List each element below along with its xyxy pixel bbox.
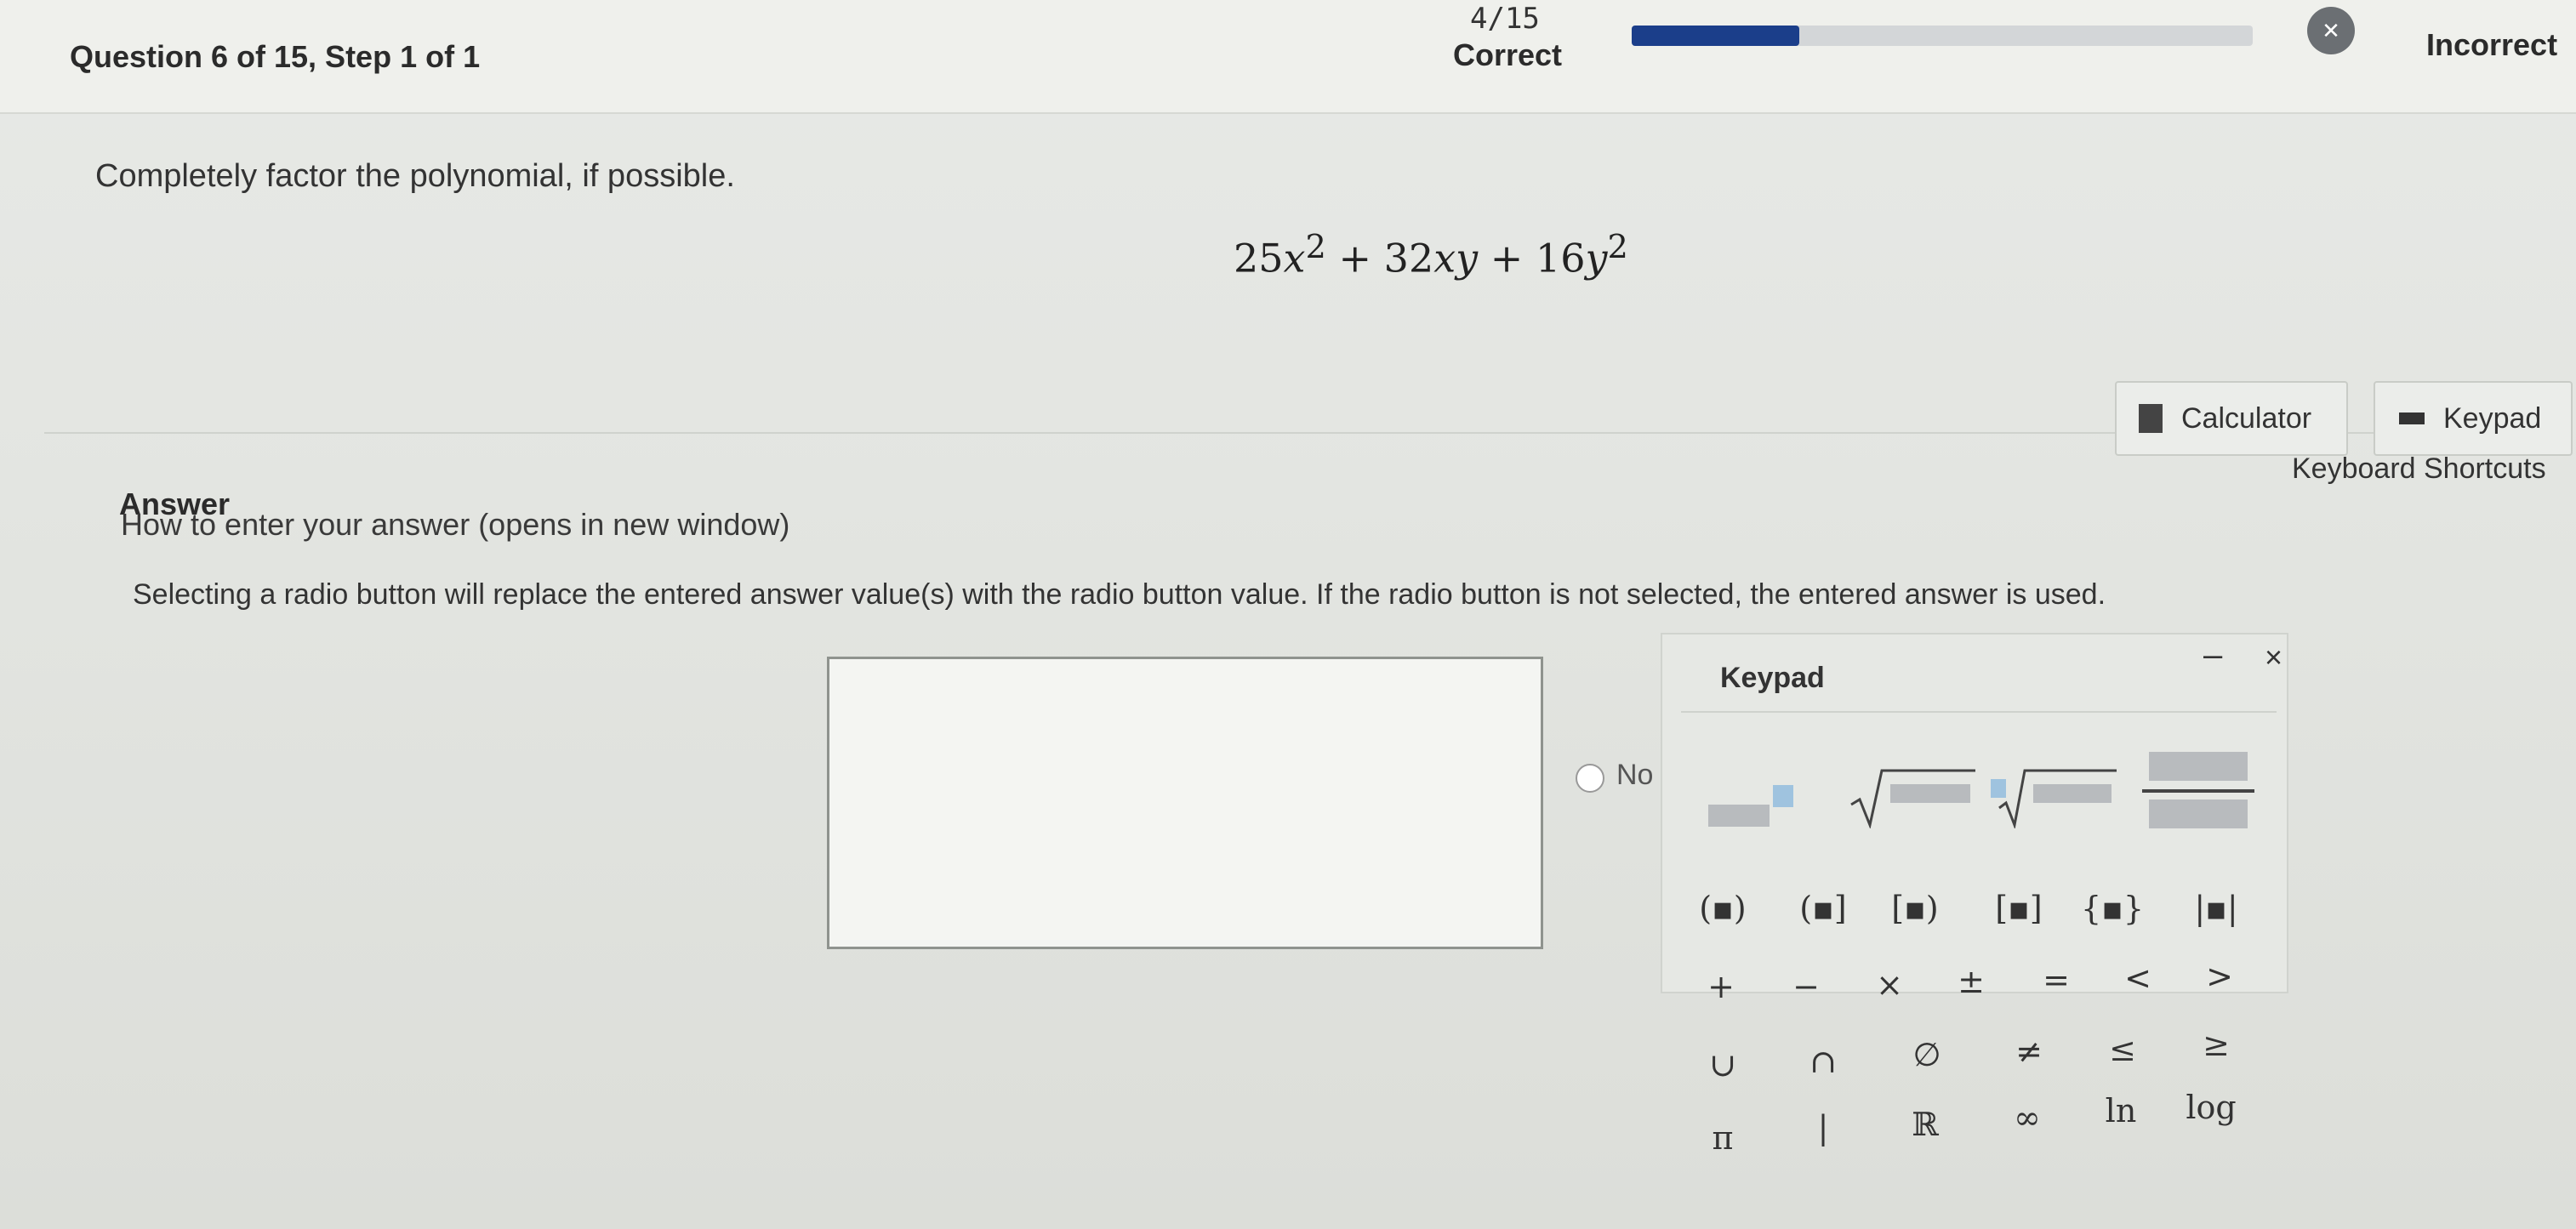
poly-var-3: y [1585,235,1608,282]
intersection-key[interactable]: ∩ [1793,1043,1853,1080]
absolute-value-key[interactable]: |▪| [2186,890,2246,927]
less-equal-key[interactable]: ≤ [2093,1031,2152,1068]
nth-root-key[interactable] [1989,765,2118,828]
empty-set-key[interactable]: ∅ [1897,1036,1957,1073]
keypad-label: Keypad [2443,401,2542,435]
exponent-template-key[interactable] [1708,781,1793,827]
minimize-button[interactable]: – [2203,636,2222,674]
keypad-separator [1681,711,2277,713]
close-button[interactable]: × [2265,640,2282,675]
radio-note: Selecting a radio button will replace th… [133,578,2106,611]
infinity-key[interactable]: ∞ [1998,1099,2057,1136]
keypad-icon [2399,413,2425,424]
plus-minus-key[interactable]: ± [1941,963,2001,1000]
calculator-button[interactable]: Calculator [2115,381,2348,456]
equals-key[interactable]: = [2026,961,2086,999]
poly-coef-2: + 32 [1325,235,1434,282]
score-counter: 4/15 [1470,2,1540,36]
question-header: Question 6 of 15, Step 1 of 1 4/15 Corre… [0,0,2576,114]
log-key[interactable]: log [2181,1089,2241,1126]
pi-key[interactable]: π [1693,1119,1752,1157]
minus-key[interactable]: − [1776,968,1836,1005]
keyboard-shortcuts-link[interactable]: Keyboard Shortcuts [2292,452,2546,486]
half-open-left-key[interactable]: [▪) [1885,890,1945,927]
real-numbers-key[interactable]: ℝ [1895,1106,1955,1143]
polynomial-expression: 25x2 + 32xy + 16y2 [1234,228,1628,281]
incorrect-label: Incorrect [2426,27,2558,62]
brackets-key[interactable]: [▪] [1989,890,2049,927]
calculator-label: Calculator [2181,401,2312,435]
half-open-right-key[interactable]: (▪] [1793,890,1853,927]
keypad-title: Keypad [1720,662,1825,694]
union-key[interactable]: ∪ [1693,1046,1752,1084]
natural-log-key[interactable]: ln [2091,1092,2151,1129]
poly-var-1: x [1283,235,1306,282]
plus-key[interactable]: + [1691,968,1751,1005]
keypad-button[interactable]: Keypad [2374,381,2573,456]
less-than-key[interactable]: < [2108,959,2168,997]
braces-key[interactable]: {▪} [2081,890,2144,927]
times-key[interactable]: × [1860,966,1919,1004]
square-root-key[interactable] [1848,765,1977,828]
question-instruction: Completely factor the polynomial, if pos… [95,158,735,194]
greater-than-key[interactable]: > [2190,958,2249,995]
answer-input[interactable] [827,657,1543,949]
progress-bar [1632,26,2253,46]
calculator-icon [2139,404,2163,433]
poly-coef-3: + 16 [1478,235,1586,282]
correct-label: Correct [1453,37,1563,72]
not-equal-key[interactable]: ≠ [1999,1033,2059,1070]
question-title: Question 6 of 15, Step 1 of 1 [70,39,481,74]
poly-var-2: xy [1433,235,1479,282]
parentheses-key[interactable]: (▪) [1693,890,1752,927]
fraction-key[interactable] [2142,745,2254,834]
how-to-enter-link[interactable]: How to enter your answer (opens in new w… [121,507,789,543]
poly-exp-1: 2 [1305,228,1326,266]
such-that-key[interactable]: | [1793,1109,1853,1146]
progress-fill [1632,26,1800,46]
poly-exp-3: 2 [1607,228,1628,266]
poly-coef-1: 25 [1234,235,1284,282]
greater-equal-key[interactable]: ≥ [2186,1026,2246,1063]
no-radio-button[interactable] [1576,764,1604,793]
no-radio-label: No [1616,759,1654,791]
incorrect-icon: ✕ [2307,7,2355,54]
